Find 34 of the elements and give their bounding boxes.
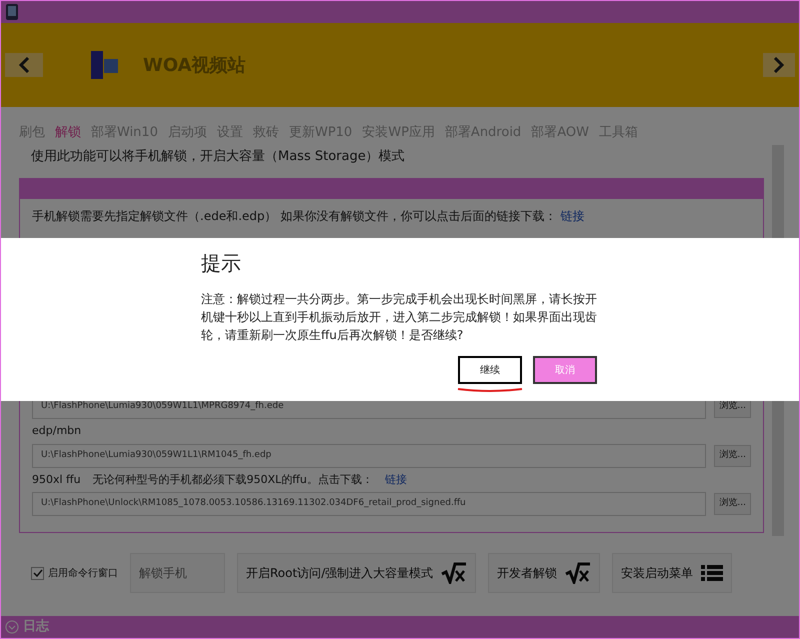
previous-button[interactable] <box>5 53 43 77</box>
checkbox[interactable] <box>31 566 44 580</box>
underline-annotation <box>457 387 523 393</box>
hint-text: 无论何种型号的手机都必须下载950XL的ffu。点击下载： <box>92 472 373 488</box>
action-button[interactable]: 开发者解锁 <box>488 553 600 593</box>
checkmark-icon <box>32 568 42 578</box>
action-button[interactable]: 安装启动菜单 <box>612 553 732 593</box>
file-label: edp/mbn <box>32 423 82 439</box>
status-label: 日志 <box>23 618 49 636</box>
action-button[interactable]: 开启Root访问/强制进入大容量模式 <box>237 553 476 593</box>
list-icon <box>701 563 724 583</box>
browse-button[interactable]: 浏览... <box>714 493 751 515</box>
download-link[interactable]: 链接 <box>384 472 407 488</box>
computer-icon <box>91 51 119 79</box>
dialog-title: 提示 <box>201 250 242 277</box>
file-label: 950xl ffu <box>32 472 81 488</box>
chevron-down-circle-icon <box>5 620 19 634</box>
next-button[interactable] <box>763 53 795 77</box>
square-root-x-icon <box>565 562 592 584</box>
file-path-field[interactable]: U:\FlashPhone\Unlock\RM1085_1078.0053.10586.13169.11302.034DF6_retail_prod_signed.ffu <box>32 492 706 516</box>
dialog-message: 注意：解锁过程一共分两步。第一步完成手机会出现长时间黑屏，请长按开机键十秒以上直到手机振动后放开，进入第二步完成解锁！如果界面出现齿轮，请重新刷一次原生ffu后再次解锁！是否继续? <box>201 291 598 344</box>
square-root-x-icon <box>441 562 468 584</box>
dialog-button[interactable]: 继续 <box>458 356 522 384</box>
file-path-field[interactable]: U:\FlashPhone\Lumia930\059W1L1\RM1045_fh.edp <box>32 444 706 468</box>
chevron-right-icon <box>773 57 785 73</box>
dialog-button[interactable]: 取消 <box>533 356 597 384</box>
checkbox-label: 启用命令行窗口 <box>48 566 118 580</box>
intro-text: 使用此功能可以将手机解锁，开启大容量（Mass Storage）模式 <box>31 148 406 166</box>
browse-button[interactable]: 浏览... <box>714 444 751 466</box>
chevron-left-icon <box>18 57 30 73</box>
download-link[interactable]: 链接 <box>560 209 584 223</box>
phone-icon <box>5 3 19 21</box>
tab[interactable]: 解锁 <box>55 123 81 142</box>
instruction-text: 手机解锁需要先指定解锁文件（.ede和.edp） 如果你没有解锁文件，你可以点击后面的链接下载： <box>32 209 556 223</box>
